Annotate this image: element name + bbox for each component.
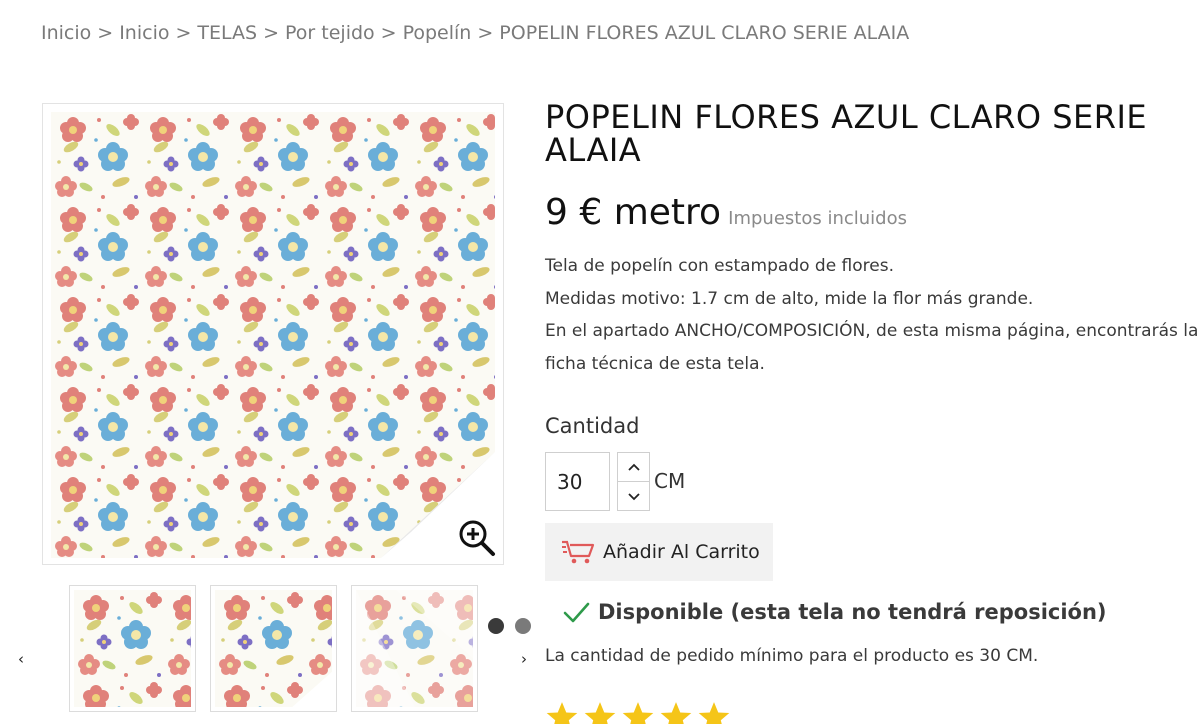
breadcrumb-separator: > xyxy=(263,22,280,44)
description-line: En el apartado ANCHO/COMPOSICIÓN, de est… xyxy=(545,321,1199,341)
breadcrumb: Inicio > Inicio > TELAS > Por tejido > Popelín > P… xyxy=(41,22,909,44)
chevron-right-icon[interactable]: › xyxy=(517,650,531,668)
breadcrumb-separator: > xyxy=(175,22,192,44)
rating-stars xyxy=(545,700,731,724)
price-row: 9 € metro Impuestos incluidos xyxy=(545,192,907,233)
description-line: Medidas motivo: 1.7 cm de alto, mide la … xyxy=(545,288,1034,309)
fabric-image xyxy=(51,112,495,558)
quantity-unit: CM xyxy=(654,469,686,493)
breadcrumb-separator: > xyxy=(477,22,494,44)
product-description: Tela de popelín con estampado de flores.… xyxy=(545,250,1199,380)
cart-icon xyxy=(562,540,595,564)
product-price: 9 € metro xyxy=(545,192,722,233)
product-main-image[interactable] xyxy=(42,103,504,565)
chevron-left-icon[interactable]: ‹ xyxy=(14,650,28,668)
breadcrumb-separator: > xyxy=(380,22,397,44)
check-icon xyxy=(563,602,590,623)
quantity-input[interactable] xyxy=(545,452,610,511)
description-line: ficha técnica de esta tela. xyxy=(545,353,765,374)
quantity-decrease-button[interactable] xyxy=(618,482,649,511)
gallery-dot-active[interactable] xyxy=(488,618,504,634)
breadcrumb-item-telas[interactable]: TELAS xyxy=(197,22,257,44)
star-icon xyxy=(660,702,692,724)
thumbnail-2[interactable] xyxy=(210,585,337,712)
star-icon xyxy=(546,702,578,724)
breadcrumb-item-por-tejido[interactable]: Por tejido xyxy=(285,22,375,44)
chevron-up-icon xyxy=(627,463,640,471)
breadcrumb-separator: > xyxy=(97,22,114,44)
availability-status: Disponible (esta tela no tendrá reposici… xyxy=(562,598,1107,626)
availability-text: Disponible (esta tela no tendrá reposici… xyxy=(598,600,1107,624)
description-line: Tela de popelín con estampado de flores. xyxy=(545,256,895,276)
star-icon xyxy=(698,702,730,724)
minimum-order-note: La cantidad de pedido mínimo para el pro… xyxy=(545,646,1039,666)
breadcrumb-item-inicio-2[interactable]: Inicio xyxy=(119,22,169,44)
chevron-down-icon xyxy=(627,492,640,500)
breadcrumb-item-current: POPELIN FLORES AZUL CLARO SERIE ALAIA xyxy=(499,22,910,44)
breadcrumb-item-popelin[interactable]: Popelín xyxy=(403,22,472,44)
gallery-dot[interactable] xyxy=(515,618,531,634)
quantity-increase-button[interactable] xyxy=(618,453,649,482)
zoom-in-icon[interactable] xyxy=(457,518,497,558)
product-title: POPELIN FLORES AZUL CLARO SERIE ALAIA xyxy=(545,98,1148,169)
star-icon xyxy=(622,702,654,724)
breadcrumb-item-inicio-1[interactable]: Inicio xyxy=(41,22,91,44)
quantity-label: Cantidad xyxy=(545,414,640,438)
star-icon xyxy=(584,702,616,724)
thumbnail-3[interactable] xyxy=(351,585,478,712)
add-to-cart-label: Añadir Al Carrito xyxy=(603,541,760,563)
add-to-cart-button[interactable]: Añadir Al Carrito xyxy=(545,523,773,581)
tax-label: Impuestos incluidos xyxy=(728,208,907,229)
thumbnail-1[interactable] xyxy=(69,585,196,712)
quantity-stepper xyxy=(617,452,650,511)
